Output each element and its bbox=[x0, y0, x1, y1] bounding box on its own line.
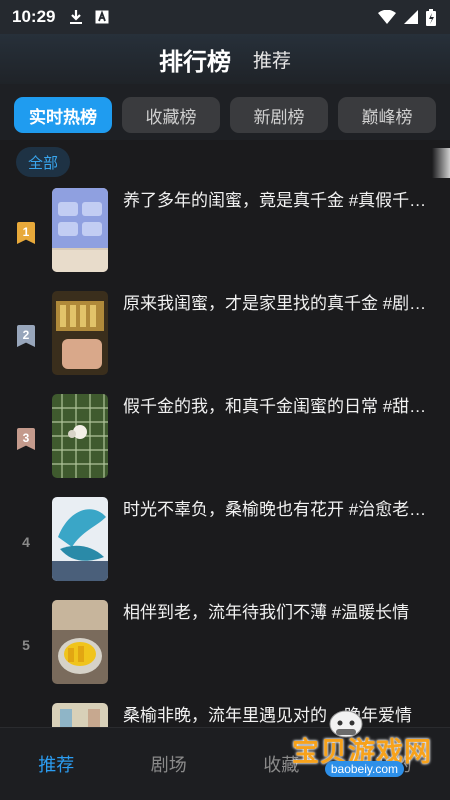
rank-number: 1 bbox=[17, 222, 35, 244]
wifi-icon bbox=[378, 10, 396, 24]
rank-badge: 2 bbox=[16, 325, 36, 347]
tab-realtime-hot[interactable]: 实时热榜 bbox=[14, 97, 112, 133]
thumbnail[interactable] bbox=[52, 497, 108, 581]
rank-badge: 4 bbox=[16, 531, 36, 553]
rank-number: 5 bbox=[22, 637, 30, 653]
item-title[interactable]: 相伴到老，流年待我们不薄 #温暖长情 bbox=[123, 600, 435, 626]
tab-favorites[interactable]: 收藏榜 bbox=[122, 97, 220, 133]
list-item[interactable]: 4 时光不辜负，桑榆晚也有花开 #治愈老… bbox=[0, 497, 450, 600]
bottom-nav: 推荐 剧场 收藏 我的 bbox=[0, 727, 450, 800]
nav-theater[interactable]: 剧场 bbox=[113, 728, 226, 800]
rank-badge: 5 bbox=[16, 634, 36, 656]
rank-badge: 3 bbox=[16, 428, 36, 450]
ranking-list[interactable]: 1 养了多年的闺蜜，竟是真千金 #真假千… 2 原来我闺蜜，才是家里找的真千金 … bbox=[0, 184, 450, 737]
page-title[interactable]: 排行榜 bbox=[159, 42, 231, 77]
status-time: 10:29 bbox=[12, 7, 56, 26]
item-title[interactable]: 假千金的我，和真千金闺蜜的日常 #甜… bbox=[123, 394, 435, 420]
status-left-icons bbox=[69, 9, 109, 25]
tab-peak[interactable]: 巅峰榜 bbox=[338, 97, 436, 133]
header: 排行榜 推荐 bbox=[0, 34, 450, 84]
thumbnail[interactable] bbox=[52, 394, 108, 478]
rank-number: 3 bbox=[17, 428, 35, 450]
rank-number: 4 bbox=[22, 534, 30, 550]
item-title[interactable]: 时光不辜负，桑榆晚也有花开 #治愈老… bbox=[123, 497, 435, 523]
item-title[interactable]: 桑榆非晚，流年里遇见对的 晚年爱情 bbox=[123, 703, 435, 729]
filter-all-chip[interactable]: 全部 bbox=[16, 147, 71, 177]
thumbnail[interactable] bbox=[52, 291, 108, 375]
list-item[interactable]: 2 原来我闺蜜，才是家里找的真千金 #剧… bbox=[0, 291, 450, 394]
nav-recommend[interactable]: 推荐 bbox=[0, 728, 113, 800]
nav-mine[interactable]: 我的 bbox=[338, 728, 450, 800]
ranking-tabs: 实时热榜 收藏榜 新剧榜 巅峰榜 bbox=[0, 84, 450, 140]
signal-icon bbox=[404, 10, 418, 24]
thumbnail[interactable] bbox=[52, 600, 108, 684]
list-item[interactable]: 1 养了多年的闺蜜，竟是真千金 #真假千… bbox=[0, 188, 450, 291]
rank-badge: 1 bbox=[16, 222, 36, 244]
tab-new-series[interactable]: 新剧榜 bbox=[230, 97, 328, 133]
list-item[interactable]: 5 相伴到老，流年待我们不薄 #温暖长情 bbox=[0, 600, 450, 703]
item-title[interactable]: 养了多年的闺蜜，竟是真千金 #真假千… bbox=[123, 188, 435, 214]
thumbnail[interactable] bbox=[52, 188, 108, 272]
scroll-indicator bbox=[432, 148, 450, 178]
battery-icon bbox=[426, 8, 436, 26]
rank-number: 2 bbox=[17, 325, 35, 347]
download-icon bbox=[70, 10, 83, 24]
text-a-icon bbox=[95, 10, 109, 24]
filter-row: 全部 bbox=[0, 140, 450, 184]
item-title[interactable]: 原来我闺蜜，才是家里找的真千金 #剧… bbox=[123, 291, 435, 317]
status-right-icons bbox=[378, 8, 436, 26]
status-bar: 10:29 bbox=[0, 0, 450, 34]
list-item[interactable]: 3 假千金的我，和真千金闺蜜的日常 #甜… bbox=[0, 394, 450, 497]
nav-favorites[interactable]: 收藏 bbox=[225, 728, 338, 800]
tab-recommend[interactable]: 推荐 bbox=[253, 46, 291, 73]
